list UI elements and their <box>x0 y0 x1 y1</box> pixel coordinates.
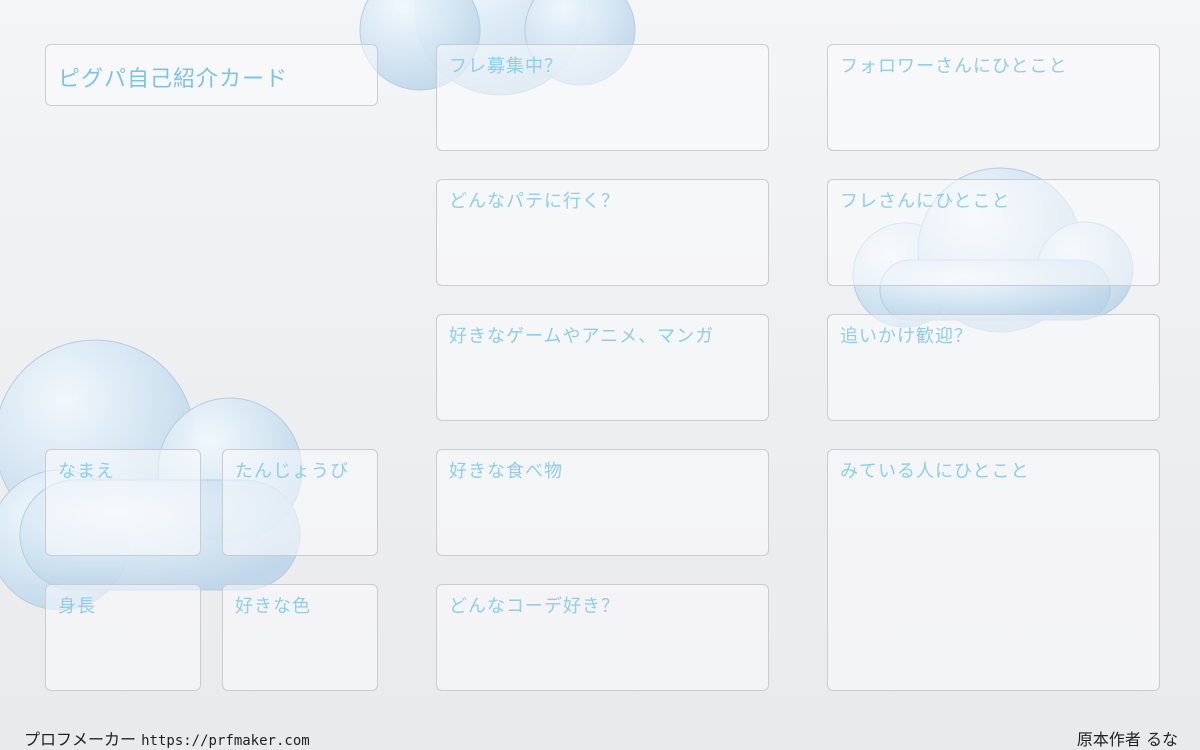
field-height-label: 身長 <box>58 596 96 617</box>
field-party[interactable]: どんなパテに行く？ <box>436 179 769 286</box>
field-friend-recruit[interactable]: フレ募集中？ <box>436 44 769 151</box>
field-to-viewers[interactable]: みている人にひとこと <box>827 449 1160 691</box>
field-friend-recruit-label: フレ募集中？ <box>449 56 563 77</box>
field-favorite-color[interactable]: 好きな色 <box>222 584 378 691</box>
footer-credit: プロフメーカー https://prfmaker.com <box>24 726 310 750</box>
field-coordinate[interactable]: どんなコーデ好き？ <box>436 584 769 691</box>
title-box: ピグパ自己紹介カード <box>45 44 378 106</box>
field-name-label: なまえ <box>58 461 115 482</box>
footer-url-link[interactable]: https://prfmaker.com <box>141 733 310 749</box>
field-to-friends-label: フレさんにひとこと <box>840 191 1011 212</box>
footer-author: 原本作者 るな <box>1076 730 1178 749</box>
field-favorite-media-label: 好きなゲームやアニメ、マンガ <box>449 326 715 347</box>
field-favorite-media[interactable]: 好きなゲームやアニメ、マンガ <box>436 314 769 421</box>
field-favorite-food[interactable]: 好きな食べ物 <box>436 449 769 556</box>
field-favorite-food-label: 好きな食べ物 <box>449 461 563 482</box>
footer-maker: プロフメーカー <box>24 730 137 749</box>
field-follow-welcome[interactable]: 追いかけ歓迎？ <box>827 314 1160 421</box>
field-to-viewers-label: みている人にひとこと <box>840 461 1030 482</box>
field-favorite-color-label: 好きな色 <box>235 596 311 617</box>
field-name[interactable]: なまえ <box>45 449 201 556</box>
field-party-label: どんなパテに行く？ <box>449 191 620 212</box>
field-to-friends[interactable]: フレさんにひとこと <box>827 179 1160 286</box>
field-height[interactable]: 身長 <box>45 584 201 691</box>
field-to-followers-label: フォロワーさんにひとこと <box>840 56 1068 77</box>
field-birthday-label: たんじょうび <box>235 461 349 482</box>
field-to-followers[interactable]: フォロワーさんにひとこと <box>827 44 1160 151</box>
field-follow-welcome-label: 追いかけ歓迎？ <box>840 326 973 347</box>
field-coordinate-label: どんなコーデ好き？ <box>449 596 620 617</box>
card-title: ピグパ自己紹介カード <box>58 67 289 92</box>
field-birthday[interactable]: たんじょうび <box>222 449 378 556</box>
